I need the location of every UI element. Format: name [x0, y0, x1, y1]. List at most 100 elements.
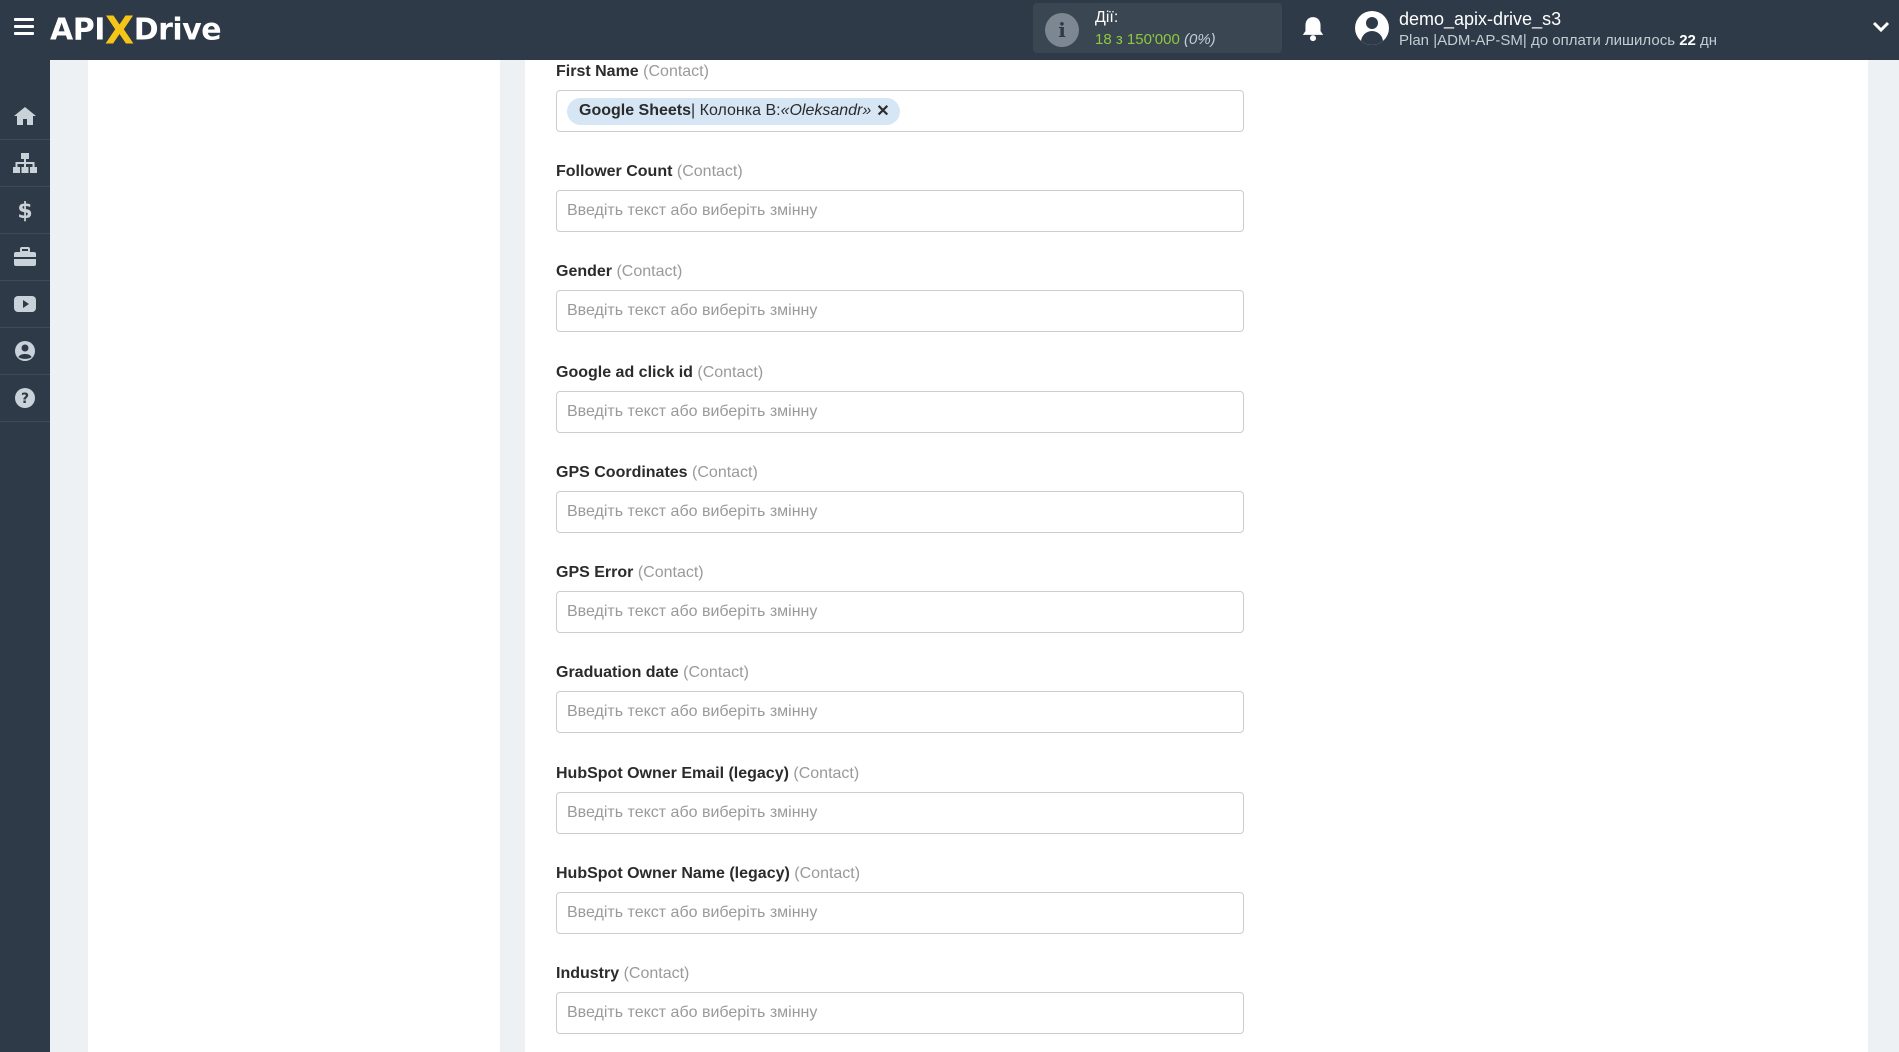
field-label-text: Graduation date [556, 664, 679, 681]
username[interactable]: demo_apix-drive_s3 [1399, 9, 1561, 30]
actions-label: Дії: [1095, 9, 1119, 26]
sidebar-item-video[interactable] [0, 281, 50, 328]
field-first-name: First Name (Contact) Google Sheets | Кол… [556, 62, 1244, 132]
field-context: (Contact) [643, 63, 709, 80]
chevron-down-icon[interactable] [1872, 20, 1890, 34]
logo-suffix: Drive [133, 12, 222, 48]
field-context: (Contact) [683, 664, 749, 681]
variable-tag[interactable]: Google Sheets | Колонка B: «Oleksandr» ✕ [567, 97, 900, 125]
tag-source: Google Sheets [579, 102, 692, 119]
logo[interactable]: APIXDrive [50, 8, 222, 53]
top-bar: APIXDrive i Дії: 18 з 150'000 (0%) demo_… [0, 0, 1899, 60]
logo-x: X [104, 8, 134, 53]
info-icon: i [1045, 13, 1079, 47]
sidebar-item-help[interactable]: ? [0, 375, 50, 422]
field-label-text: Google ad click id [556, 364, 693, 381]
dollar-icon: $ [17, 199, 32, 222]
field-label-text: Follower Count [556, 163, 673, 180]
home-icon [14, 107, 36, 125]
plan-days: 22 [1679, 32, 1696, 49]
gender-input-wrap [556, 290, 1244, 332]
sidebar-item-account[interactable] [0, 328, 50, 375]
hubspot-owner-name-input-wrap [556, 892, 1244, 934]
field-label: Google ad click id (Contact) [556, 363, 1244, 383]
left-panel [88, 60, 500, 1052]
first-name-input[interactable]: Google Sheets | Колонка B: «Oleksandr» ✕ [556, 90, 1244, 132]
field-label: HubSpot Owner Email (legacy) (Contact) [556, 764, 1244, 784]
gender-input[interactable] [567, 302, 1233, 320]
field-context: (Contact) [623, 965, 690, 982]
plan-suffix: дн [1695, 32, 1718, 49]
sidebar-item-connections[interactable] [0, 140, 50, 187]
industry-input[interactable] [567, 1004, 1233, 1022]
google-ad-click-id-input-wrap [556, 391, 1244, 433]
svg-text:?: ? [21, 391, 29, 407]
avatar-icon[interactable] [1355, 11, 1389, 45]
help-icon: ? [15, 388, 35, 408]
tag-value: «Oleksandr» [780, 102, 872, 119]
field-gps-error: GPS Error (Contact) [556, 563, 1244, 633]
field-context: (Contact) [637, 564, 704, 581]
field-label: Industry (Contact) [556, 964, 1244, 984]
bell-icon[interactable] [1300, 15, 1326, 43]
sidebar-item-billing[interactable]: $ [0, 187, 50, 234]
hubspot-owner-email-input-wrap [556, 792, 1244, 834]
close-icon[interactable]: ✕ [876, 101, 889, 121]
field-context: (Contact) [794, 865, 861, 882]
actions-value: 18 з 150'000 (0%) [1095, 31, 1216, 48]
actions-percent: (0%) [1184, 31, 1216, 48]
field-label: Follower Count (Contact) [556, 162, 1244, 182]
follower-count-input-wrap [556, 190, 1244, 232]
logo-prefix: API [50, 12, 105, 48]
field-context: (Contact) [793, 765, 860, 782]
plan-info: Plan |ADM-AP-SM| до оплати лишилось 22 д… [1399, 32, 1717, 49]
field-graduation-date: Graduation date (Contact) [556, 663, 1244, 733]
graduation-date-input-wrap [556, 691, 1244, 733]
field-label-text: HubSpot Owner Email (legacy) [556, 765, 789, 782]
field-context: (Contact) [676, 163, 743, 180]
gps-error-input-wrap [556, 591, 1244, 633]
field-gender: Gender (Contact) [556, 262, 1244, 332]
google-ad-click-id-input[interactable] [567, 403, 1233, 421]
tag-column: | Колонка B: [691, 102, 781, 119]
gps-coordinates-input-wrap [556, 491, 1244, 533]
follower-count-input[interactable] [567, 202, 1233, 220]
field-label-text: Industry [556, 965, 620, 982]
field-label-text: GPS Error [556, 564, 634, 581]
industry-input-wrap [556, 992, 1244, 1034]
field-label-text: HubSpot Owner Name (legacy) [556, 865, 790, 882]
hubspot-owner-email-input[interactable] [567, 804, 1233, 822]
field-label: First Name (Contact) [556, 62, 1244, 82]
briefcase-icon [14, 247, 36, 266]
field-label-text: Gender [556, 263, 613, 280]
field-gps-coordinates: GPS Coordinates (Contact) [556, 463, 1244, 533]
field-context: (Contact) [692, 464, 758, 481]
svg-text:$: $ [17, 199, 32, 222]
sidebar-item-home[interactable] [0, 93, 50, 140]
field-google-ad-click-id: Google ad click id (Contact) [556, 363, 1244, 433]
gps-error-input[interactable] [567, 603, 1233, 621]
graduation-date-input[interactable] [567, 703, 1233, 721]
user-icon [15, 341, 35, 361]
sidebar-item-services[interactable] [0, 234, 50, 281]
field-label: Gender (Contact) [556, 262, 1244, 282]
sitemap-icon [13, 153, 37, 173]
sidebar: $ ? [0, 60, 50, 1052]
hubspot-owner-name-input[interactable] [567, 904, 1233, 922]
field-label-text: First Name [556, 63, 639, 80]
field-hubspot-owner-name: HubSpot Owner Name (legacy) (Contact) [556, 864, 1244, 934]
field-context: (Contact) [616, 263, 683, 280]
gps-coordinates-input[interactable] [567, 503, 1233, 521]
field-label: GPS Coordinates (Contact) [556, 463, 1244, 483]
field-label: GPS Error (Contact) [556, 563, 1244, 583]
field-label: HubSpot Owner Name (legacy) (Contact) [556, 864, 1244, 884]
actions-counter[interactable]: i Дії: 18 з 150'000 (0%) [1033, 3, 1282, 53]
field-hubspot-owner-email: HubSpot Owner Email (legacy) (Contact) [556, 764, 1244, 834]
menu-icon[interactable] [14, 18, 34, 36]
field-label-text: GPS Coordinates [556, 464, 688, 481]
field-label: Graduation date (Contact) [556, 663, 1244, 683]
youtube-icon [14, 296, 36, 312]
field-context: (Contact) [697, 364, 764, 381]
field-follower-count: Follower Count (Contact) [556, 162, 1244, 232]
field-industry: Industry (Contact) [556, 964, 1244, 1034]
